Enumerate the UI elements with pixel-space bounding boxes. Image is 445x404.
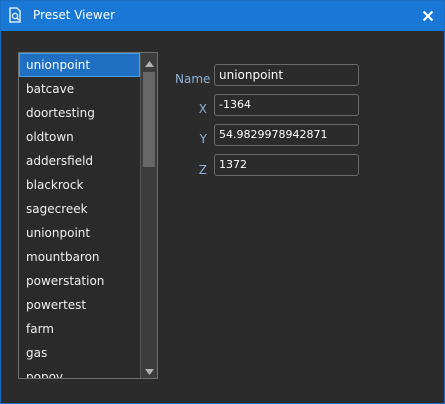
list-item[interactable]: sagecreek	[19, 197, 140, 221]
arrow-down-icon	[144, 360, 154, 378]
z-field[interactable]: 1372	[214, 154, 359, 176]
close-button[interactable]	[416, 4, 440, 28]
list-item[interactable]: mountbaron	[19, 245, 140, 269]
x-field[interactable]: -1364	[214, 94, 359, 116]
list-item[interactable]: doortesting	[19, 101, 140, 125]
list-scrollbar[interactable]	[140, 53, 157, 378]
scroll-up-button[interactable]	[141, 53, 157, 70]
list-item[interactable]: powertest	[19, 293, 140, 317]
x-label: X	[198, 102, 207, 116]
list-item[interactable]: popov	[19, 365, 140, 378]
preset-list[interactable]: unionpoint batcave doortesting oldtown adder…	[18, 52, 158, 379]
list-item[interactable]: oldtown	[19, 125, 140, 149]
list-item[interactable]: farm	[19, 317, 140, 341]
window-title: Preset Viewer	[33, 8, 116, 22]
document-icon	[7, 7, 23, 24]
list-item[interactable]: unionpoint	[19, 221, 140, 245]
arrow-up-icon	[144, 53, 154, 71]
title-bar[interactable]: Preset Viewer	[1, 1, 444, 31]
list-item[interactable]: batcave	[19, 77, 140, 101]
list-item[interactable]: powerstation	[19, 269, 140, 293]
list-item[interactable]: addersfield	[19, 149, 140, 173]
list-item[interactable]: gas	[19, 341, 140, 365]
scroll-down-button[interactable]	[141, 361, 157, 378]
y-field[interactable]: 54.9829978942871	[214, 124, 359, 146]
list-item[interactable]: unionpoint	[19, 53, 140, 77]
list-item[interactable]: blackrock	[19, 173, 140, 197]
z-label: Z	[198, 163, 207, 177]
close-icon	[422, 7, 434, 26]
preset-list-items: unionpoint batcave doortesting oldtown adder…	[19, 53, 140, 378]
y-label: Y	[199, 132, 207, 146]
scroll-thumb[interactable]	[143, 72, 155, 167]
name-label: Name	[175, 72, 211, 86]
preset-viewer-window: Preset Viewer unionpoint batcave doortesti…	[0, 0, 445, 404]
name-field[interactable]: unionpoint	[214, 64, 359, 86]
